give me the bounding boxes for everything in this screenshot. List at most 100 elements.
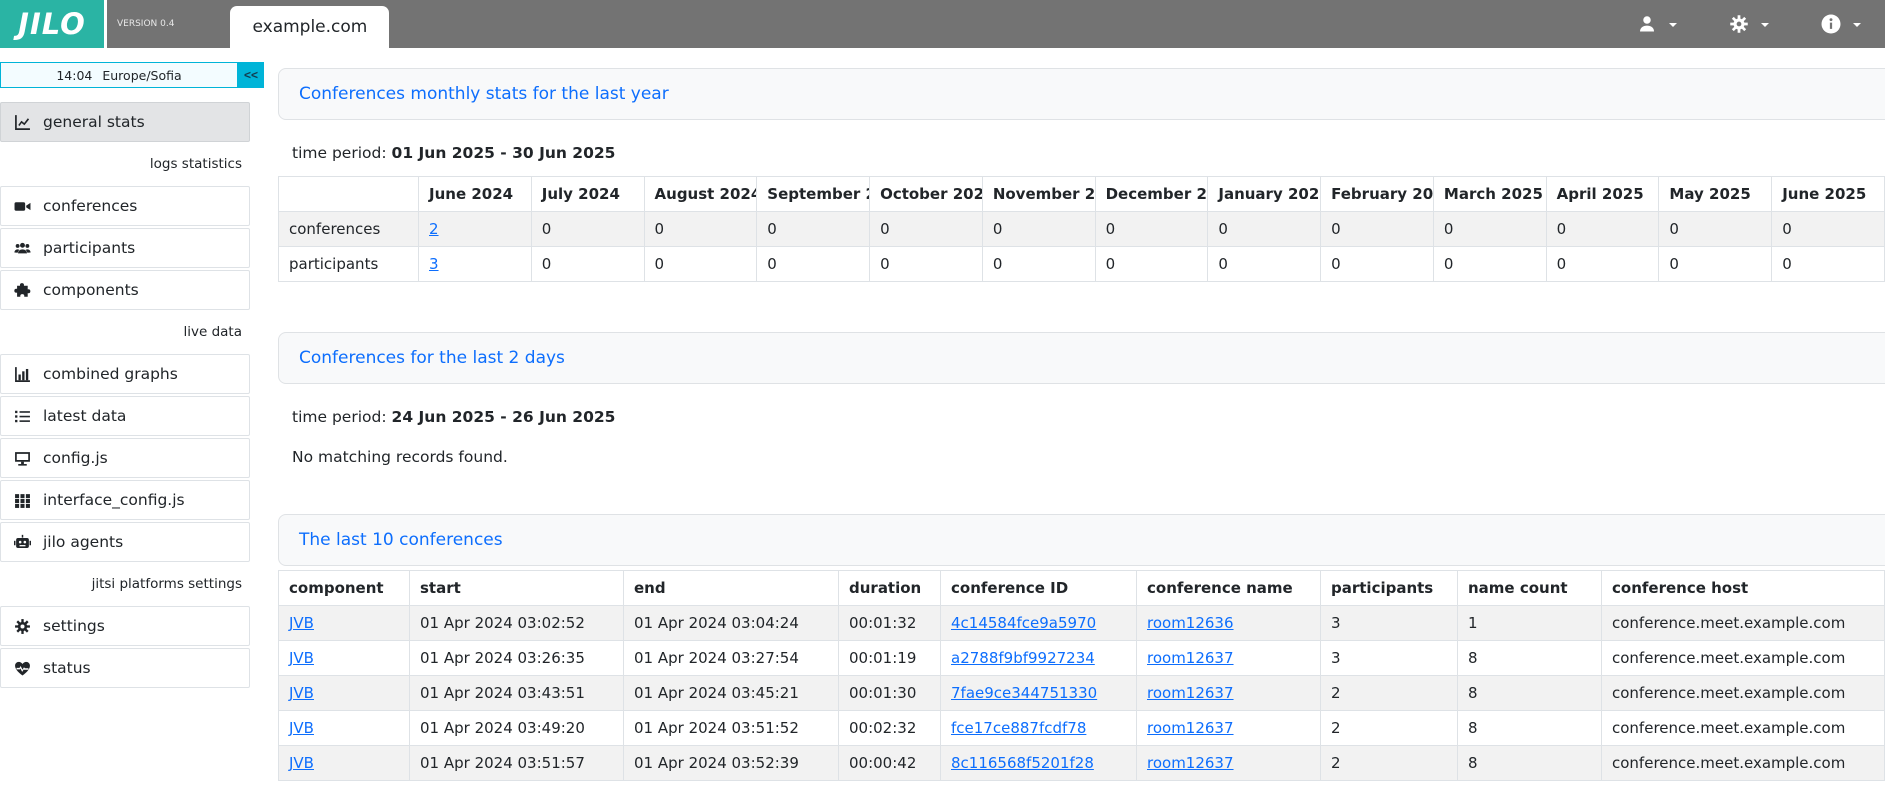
last-2-days-title-link[interactable]: Conferences for the last 2 days [299, 348, 565, 368]
component-link[interactable]: JVB [289, 754, 314, 772]
last10-cell-participants: 2 [1321, 676, 1458, 711]
monthly-value-cell: 0 [1546, 247, 1659, 282]
component-link[interactable]: JVB [289, 614, 314, 632]
conference-name-link[interactable]: room12637 [1147, 754, 1234, 772]
monthly-header-november-2024: November 2024 [982, 177, 1095, 212]
page-layout: 14:04 Europe/Sofia << general statslogs … [0, 48, 1885, 809]
conference-id-link[interactable]: fce17ce887fcdf78 [951, 719, 1086, 737]
last10-cell-start: 01 Apr 2024 03:26:35 [410, 641, 624, 676]
sidebar-item-status[interactable]: status [0, 648, 250, 688]
conference-id-link[interactable]: 7fae9ce344751330 [951, 684, 1097, 702]
conference-id-link[interactable]: a2788f9bf9927234 [951, 649, 1095, 667]
monthly-count-link[interactable]: 3 [429, 255, 439, 273]
caret-down-icon [1669, 23, 1677, 31]
last10-cell-conference-name: room12637 [1137, 641, 1321, 676]
last10-cell-duration: 00:00:42 [839, 746, 941, 781]
last10-cell-conference-host: conference.meet.example.com [1602, 711, 1885, 746]
component-link[interactable]: JVB [289, 719, 314, 737]
sidebar: 14:04 Europe/Sofia << general statslogs … [0, 48, 264, 809]
monthly-header-january-2025: January 2025 [1208, 177, 1321, 212]
conference-name-link[interactable]: room12637 [1147, 684, 1234, 702]
sidebar-item-conferences[interactable]: conferences [0, 186, 250, 226]
info-menu[interactable] [1821, 14, 1861, 34]
sidebar-item-components[interactable]: components [0, 270, 250, 310]
last10-cell-component: JVB [279, 676, 410, 711]
monthly-stats-title-link[interactable]: Conferences monthly stats for the last y… [299, 84, 669, 104]
monthly-header-march-2025: March 2025 [1433, 177, 1546, 212]
sidebar-item-combined-graphs[interactable]: combined graphs [0, 354, 250, 394]
conference-table-row: JVB 01 Apr 2024 03:51:5701 Apr 2024 03:52… [279, 746, 1885, 781]
no-records-message: No matching records found. [292, 448, 1885, 466]
conference-table-row: JVB01 Apr 2024 03:49:2001 Apr 2024 03:51… [279, 711, 1885, 746]
chart-line-icon [13, 114, 32, 131]
last10-cell-conference-name: room12637 [1137, 676, 1321, 711]
conference-id-link[interactable]: 8c116568f5201f28 [951, 754, 1094, 772]
sidebar-item-interface-config-js[interactable]: interface_config.js [0, 480, 250, 520]
sidebar-item-participants[interactable]: participants [0, 228, 250, 268]
monthly-header-october-2024: October 2024 [870, 177, 983, 212]
gear-menu[interactable] [1729, 14, 1769, 34]
info-icon [1821, 14, 1841, 34]
last10-cell-duration: 00:01:19 [839, 641, 941, 676]
sidebar-item-label: participants [43, 239, 135, 257]
monthly-value-cell: 0 [1208, 212, 1321, 247]
monthly-value-cell: 0 [870, 212, 983, 247]
time-period-label: time period: [292, 408, 387, 426]
conference-name-link[interactable]: room12636 [1147, 614, 1234, 632]
monthly-stats-card-header: Conferences monthly stats for the last y… [278, 68, 1885, 120]
monthly-value-cell: 0 [1095, 247, 1208, 282]
last-2-days-card-header: Conferences for the last 2 days [278, 332, 1885, 384]
last10-cell-name-count: 8 [1458, 711, 1602, 746]
sidebar-item-label: jilo agents [43, 533, 123, 551]
sidebar-item-general-stats[interactable]: general stats [0, 102, 250, 142]
last10-cell-conference-id: a2788f9bf9927234 [941, 641, 1137, 676]
sidebar-collapse-button[interactable]: << [238, 62, 264, 88]
last10-header-start: start [410, 571, 624, 606]
component-link[interactable]: JVB [289, 649, 314, 667]
monthly-value-cell: 0 [1321, 247, 1434, 282]
caret-down-icon [1761, 23, 1769, 31]
last10-cell-component: JVB [279, 711, 410, 746]
monthly-value-cell: 0 [1772, 212, 1885, 247]
sidebar-item-settings[interactable]: settings [0, 606, 250, 646]
monthly-count-link[interactable]: 2 [429, 220, 439, 238]
last-10-header-row: componentstartenddurationconference IDco… [279, 571, 1885, 606]
tab-example-com[interactable]: example.com [230, 6, 389, 48]
conference-name-link[interactable]: room12637 [1147, 719, 1234, 737]
monthly-value-cell: 0 [1208, 247, 1321, 282]
monthly-header-empty-cell [279, 177, 419, 212]
monthly-value-cell: 0 [1433, 212, 1546, 247]
last10-cell-start: 01 Apr 2024 03:51:57 [410, 746, 624, 781]
last10-cell-component: JVB [279, 606, 410, 641]
monthly-value-cell: 0 [644, 212, 757, 247]
monthly-value-cell: 0 [1546, 212, 1659, 247]
robot-icon [13, 534, 32, 551]
sidebar-item-label: config.js [43, 449, 108, 467]
last-10-title-link[interactable]: The last 10 conferences [299, 530, 503, 550]
monthly-row-label: participants [279, 247, 419, 282]
user-menu[interactable] [1637, 14, 1677, 34]
monthly-value-cell: 0 [644, 247, 757, 282]
component-link[interactable]: JVB [289, 684, 314, 702]
last10-cell-name-count: 8 [1458, 641, 1602, 676]
bar-chart-icon [13, 366, 32, 383]
conference-table-row: JVB01 Apr 2024 03:26:3501 Apr 2024 03:27… [279, 641, 1885, 676]
last10-cell-name-count: 1 [1458, 606, 1602, 641]
monthly-stats-header-row: June 2024July 2024August 2024September 2… [279, 177, 1885, 212]
topbar: JILO VERSION 0.4 example.com [0, 0, 1885, 48]
last10-cell-end: 01 Apr 2024 03:52:39 [624, 746, 839, 781]
conference-name-link[interactable]: room12637 [1147, 649, 1234, 667]
monthly-value-cell: 0 [757, 247, 870, 282]
main-content: Conferences monthly stats for the last y… [264, 48, 1885, 809]
monthly-header-december-2024: December 2024 [1095, 177, 1208, 212]
conference-id-link[interactable]: 4c14584fce9a5970 [951, 614, 1096, 632]
sidebar-item-jilo-agents[interactable]: jilo agents [0, 522, 250, 562]
last10-header-duration: duration [839, 571, 941, 606]
sidebar-item-latest-data[interactable]: latest data [0, 396, 250, 436]
last10-cell-participants: 2 [1321, 746, 1458, 781]
puzzle-piece-icon [13, 282, 32, 299]
version-label: VERSION 0.4 [117, 19, 174, 29]
monthly-value-cell: 0 [1659, 212, 1772, 247]
last10-header-conference-id: conference ID [941, 571, 1137, 606]
sidebar-item-config-js[interactable]: config.js [0, 438, 250, 478]
